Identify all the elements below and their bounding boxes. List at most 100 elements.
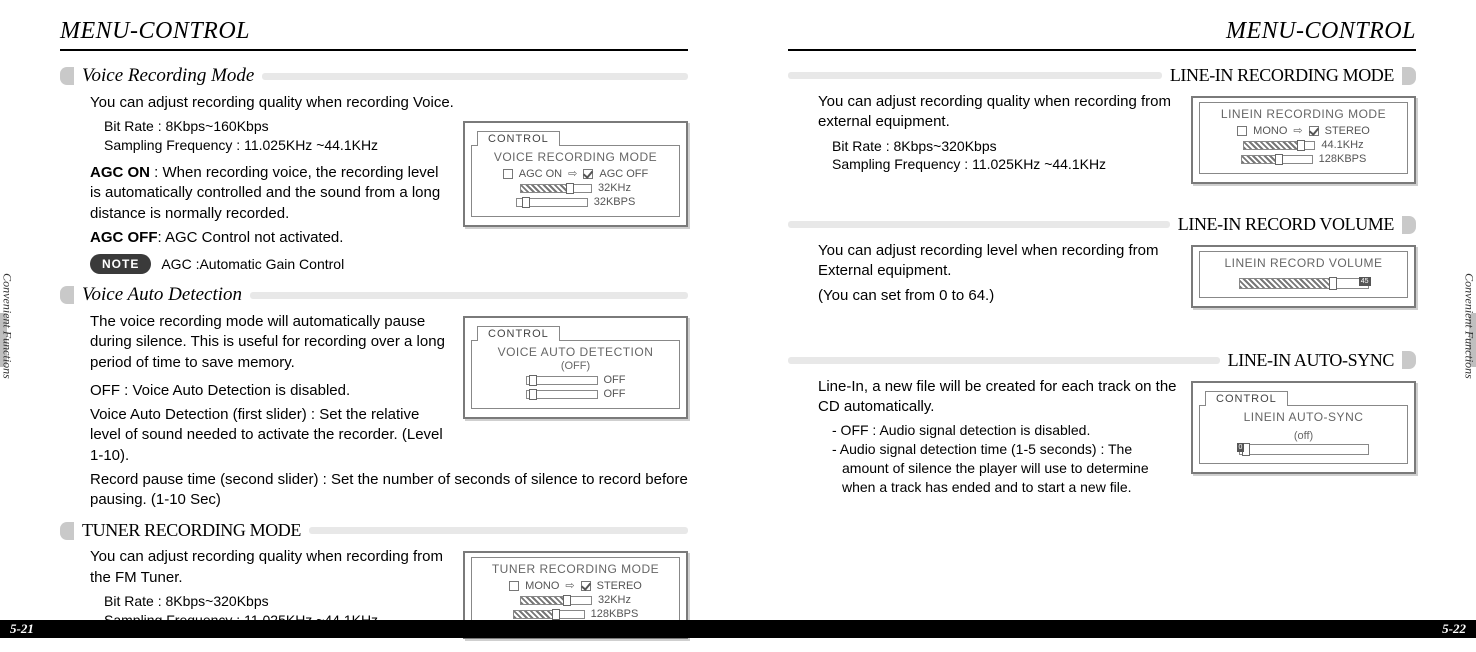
val-freq: 44.1KHz — [1321, 139, 1363, 151]
device-options-row: AGC ON ⇨ AGC OFF — [478, 167, 673, 180]
section-title: TUNER RECORDING MODE — [82, 520, 301, 541]
page-title-left: MENU-CONTROL — [60, 18, 688, 51]
linein-vol-intro: You can adjust recording level when reco… — [818, 241, 1181, 282]
note-badge: NOTE — [90, 254, 151, 274]
slider-freq — [520, 596, 592, 605]
val-bitrate: 32KBPS — [594, 196, 636, 208]
checkbox-icon — [503, 169, 513, 179]
side-label-left: Convenient Functions — [0, 273, 14, 379]
val-off-1: OFF — [604, 374, 626, 386]
device-linein-autosync: CONTROL LINEIN AUTO-SYNC (off) 0 — [1191, 381, 1416, 474]
linein-sampling: Sampling Frequency : 11.025KHz ~44.1KHz — [832, 155, 1181, 174]
device-options-row: MONO ⇨ STEREO — [478, 579, 673, 592]
tuner-intro: You can adjust recording quality when re… — [90, 547, 453, 588]
arrow-right-icon: ⇨ — [565, 579, 574, 592]
device-subtitle: (OFF) — [478, 360, 673, 372]
section-heading-linein-autosync: LINE-IN AUTO-SYNC — [788, 350, 1416, 371]
val-freq: 32KHz — [598, 182, 631, 194]
title-rule — [788, 221, 1170, 228]
slider-autosync: 0 — [1239, 444, 1369, 455]
val-freq: 32KHz — [598, 594, 631, 606]
intro-text: You can adjust recording quality when re… — [90, 93, 688, 113]
device-title: LINEIN RECORDING MODE — [1206, 107, 1401, 121]
val-bitrate: 128KBPS — [1319, 153, 1367, 165]
device-voice-recording: CONTROL VOICE RECORDING MODE AGC ON ⇨ AG… — [463, 121, 688, 227]
title-rule — [250, 292, 688, 299]
title-rule — [309, 527, 688, 534]
vad-slider1: Voice Auto Detection (first slider) : Se… — [90, 405, 453, 466]
bullet-icon — [60, 286, 74, 304]
device-tab: CONTROL — [1205, 391, 1288, 406]
spec-bitrate: Bit Rate : 8Kbps~160Kbps — [104, 117, 453, 136]
device-title: TUNER RECORDING MODE — [478, 562, 673, 576]
arrow-right-icon: ⇨ — [1293, 124, 1302, 137]
device-subtitle: (off) — [1206, 430, 1401, 442]
device-title: LINEIN RECORD VOLUME — [1206, 256, 1401, 270]
autosync-b2: - Audio signal detection time (1-5 secon… — [832, 440, 1181, 497]
val-bitrate: 128KBPS — [591, 608, 639, 620]
bullet-icon — [1402, 351, 1416, 369]
section-heading-vad: Voice Auto Detection — [60, 284, 688, 306]
opt-agc-on: AGC ON — [519, 168, 562, 180]
spec-sampling: Sampling Frequency : 11.025KHz ~44.1KHz — [104, 136, 453, 155]
bullet-icon — [60, 67, 74, 85]
vad-off: OFF : Voice Auto Detection is disabled. — [90, 381, 453, 401]
section-heading-linein-mode: LINE-IN RECORDING MODE — [788, 65, 1416, 86]
section-title: LINE-IN RECORD VOLUME — [1178, 214, 1394, 235]
tuner-bitrate: Bit Rate : 8Kbps~320Kbps — [104, 592, 453, 611]
opt-stereo: STEREO — [1325, 125, 1370, 137]
linein-vol-range: (You can set from 0 to 64.) — [818, 286, 1181, 306]
section-title: Voice Recording Mode — [82, 65, 254, 87]
title-rule — [788, 72, 1162, 79]
device-tab: CONTROL — [477, 326, 560, 341]
section-title: LINE-IN RECORDING MODE — [1170, 65, 1394, 86]
section-title: LINE-IN AUTO-SYNC — [1228, 350, 1394, 371]
bullet-icon — [60, 522, 74, 540]
device-linein-mode: LINEIN RECORDING MODE MONO ⇨ STEREO 44.1… — [1191, 96, 1416, 184]
page-number: 5-21 — [0, 621, 44, 637]
bullet-icon — [1402, 67, 1416, 85]
linein-bitrate: Bit Rate : 8Kbps~320Kbps — [832, 137, 1181, 156]
checkbox-checked-icon — [583, 169, 593, 179]
device-title: VOICE RECORDING MODE — [478, 150, 673, 164]
linein-intro: You can adjust recording quality when re… — [818, 92, 1181, 133]
opt-mono: MONO — [525, 580, 559, 592]
section-heading-tuner: TUNER RECORDING MODE — [60, 520, 688, 541]
section-title: Voice Auto Detection — [82, 284, 242, 306]
device-vad: CONTROL VOICE AUTO DETECTION (OFF) OFF O… — [463, 316, 688, 419]
page-left: Convenient Functions MENU-CONTROL Voice … — [0, 0, 738, 652]
slider-bitrate — [513, 610, 585, 619]
slider-bitrate — [1241, 155, 1313, 164]
opt-stereo: STEREO — [597, 580, 642, 592]
vad-slider2: Record pause time (second slider) : Set … — [90, 470, 688, 511]
opt-agc-off: AGC OFF — [599, 168, 648, 180]
title-rule — [262, 73, 688, 80]
section-heading-linein-vol: LINE-IN RECORD VOLUME — [788, 214, 1416, 235]
side-label-right: Convenient Functions — [1462, 273, 1476, 379]
page-title-right: MENU-CONTROL — [788, 18, 1416, 51]
autosync-badge: 0 — [1237, 443, 1245, 452]
checkbox-checked-icon — [581, 581, 591, 591]
device-tab: CONTROL — [477, 131, 560, 146]
val-off-2: OFF — [604, 388, 626, 400]
agc-off-text: AGC OFF: AGC Control not activated. — [90, 228, 453, 248]
opt-mono: MONO — [1253, 125, 1287, 137]
slider-bitrate — [516, 198, 588, 207]
footer-bar-left: 5-21 — [0, 620, 738, 638]
slider-vad-2 — [526, 390, 598, 399]
slider-freq — [1243, 141, 1315, 150]
slider-freq — [520, 184, 592, 193]
vad-intro: The voice recording mode will automatica… — [90, 312, 453, 373]
autosync-intro: Line-In, a new file will be created for … — [818, 377, 1181, 418]
slider-volume: 45 — [1239, 278, 1369, 289]
checkbox-icon — [1237, 126, 1247, 136]
note-text: AGC :Automatic Gain Control — [161, 256, 344, 272]
section-heading-voice-recording: Voice Recording Mode — [60, 65, 688, 87]
autosync-b1: - OFF : Audio signal detection is disabl… — [832, 421, 1181, 440]
note-row: NOTE AGC :Automatic Gain Control — [90, 254, 688, 274]
title-rule — [788, 357, 1220, 364]
volume-badge: 45 — [1359, 277, 1371, 286]
page-right: Convenient Functions MENU-CONTROL LINE-I… — [738, 0, 1476, 652]
arrow-right-icon: ⇨ — [568, 167, 577, 180]
agc-on-text: AGC ON : When recording voice, the recor… — [90, 163, 453, 224]
